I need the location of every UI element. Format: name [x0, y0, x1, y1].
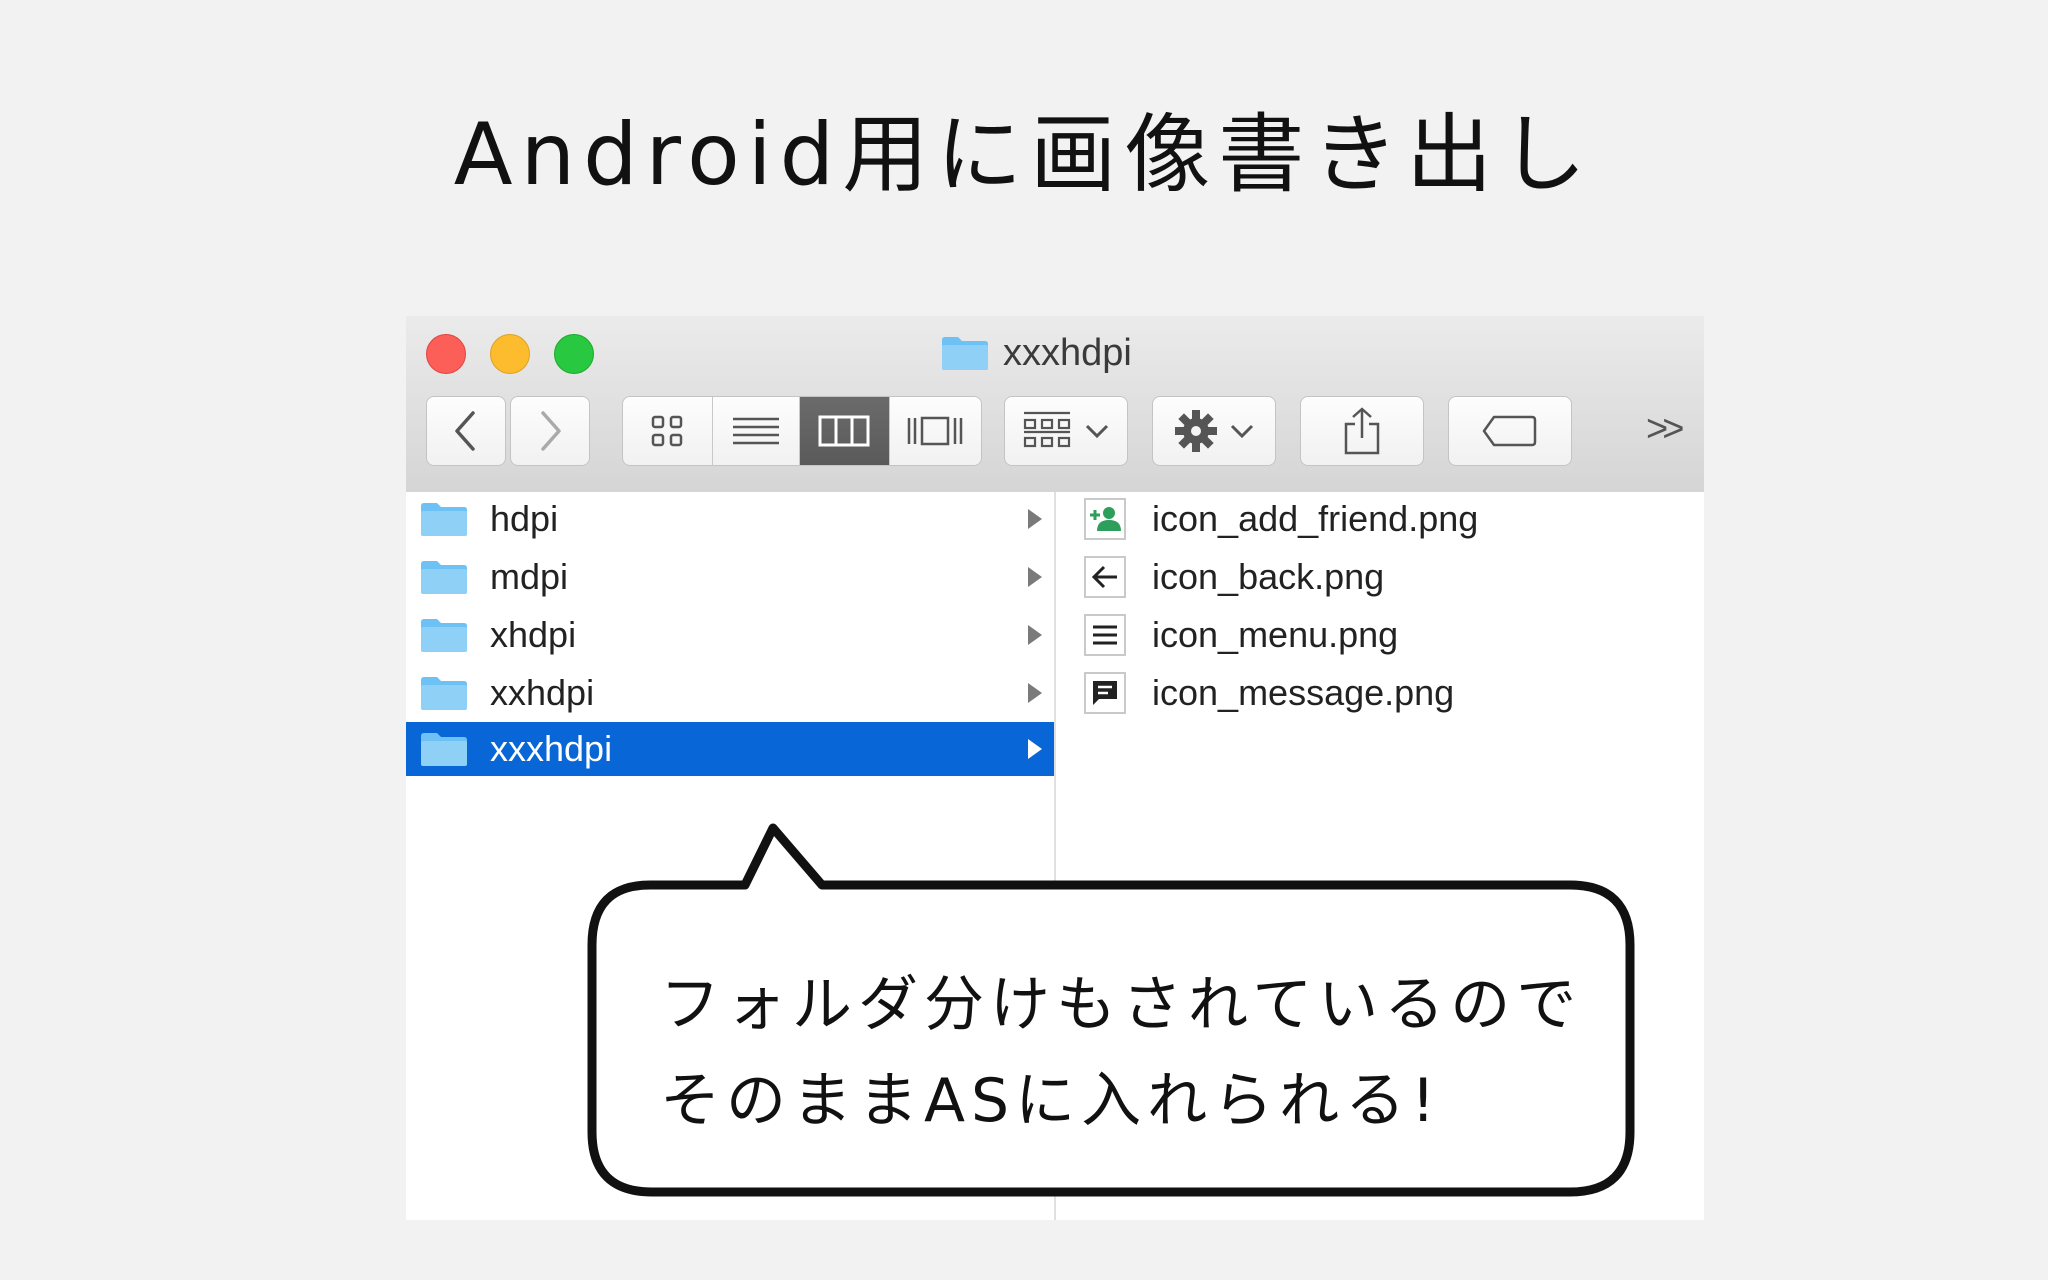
- action-button[interactable]: [1152, 396, 1276, 466]
- add-friend-icon: [1084, 498, 1126, 540]
- message-icon: [1084, 672, 1126, 714]
- forward-button[interactable]: [510, 396, 590, 466]
- list-item[interactable]: mdpi: [406, 550, 1054, 604]
- chevron-right-icon: [541, 411, 561, 451]
- cover-flow-icon: [908, 416, 963, 446]
- file-name: icon_menu.png: [1152, 614, 1399, 655]
- chevron-down-icon: [1085, 424, 1109, 439]
- minimize-button[interactable]: [490, 334, 530, 374]
- list-item[interactable]: icon_menu.png: [1056, 608, 1696, 662]
- file-name: icon_back.png: [1152, 556, 1385, 597]
- list-item[interactable]: xxhdpi: [406, 666, 1054, 720]
- chevron-left-icon: [455, 411, 475, 451]
- arrange-grid-icon: [1023, 411, 1071, 448]
- folder-icon: [421, 733, 467, 766]
- folder-name: xxxhdpi: [490, 728, 613, 769]
- list-item[interactable]: hdpi: [406, 492, 1054, 546]
- list-item[interactable]: icon_message.png: [1056, 666, 1696, 720]
- folder-icon: [421, 619, 467, 652]
- list-view-button[interactable]: [713, 397, 801, 465]
- gear-icon: [1175, 410, 1217, 452]
- icon-view-button[interactable]: [623, 397, 713, 465]
- share-icon: [1344, 407, 1380, 455]
- window-title-text: xxxhdpi: [1003, 331, 1132, 374]
- disclosure-arrow-icon: [1028, 625, 1042, 645]
- share-button[interactable]: [1300, 396, 1424, 466]
- tag-icon: [1482, 415, 1537, 447]
- callout-line-2: そのままASに入れられる!: [660, 1066, 1442, 1136]
- list-item-selected[interactable]: xxxhdpi: [406, 722, 1054, 776]
- folder-name: xhdpi: [490, 614, 577, 655]
- folder-name: hdpi: [490, 498, 559, 539]
- folder-icon: [421, 503, 467, 536]
- back-button[interactable]: [426, 396, 506, 466]
- list-item[interactable]: icon_back.png: [1056, 550, 1696, 604]
- column-view-button[interactable]: [800, 397, 890, 465]
- menu-icon: [1084, 614, 1126, 656]
- list-view-icon: [732, 417, 779, 445]
- folder-icon: [942, 337, 988, 370]
- view-mode-control: [622, 396, 982, 466]
- list-item[interactable]: icon_add_friend.png: [1056, 492, 1696, 546]
- window-title: xxxhdpi: [941, 330, 1132, 376]
- close-button[interactable]: [426, 334, 466, 374]
- column-view-icon: [818, 415, 870, 447]
- slide-title: Android用に画像書き出し: [453, 105, 1595, 205]
- title-bar: xxxhdpi >>: [406, 316, 1704, 493]
- arrange-button[interactable]: [1004, 396, 1128, 466]
- disclosure-arrow-icon: [1028, 739, 1042, 759]
- file-name: icon_add_friend.png: [1152, 498, 1479, 539]
- list-item[interactable]: xhdpi: [406, 608, 1054, 662]
- zoom-button[interactable]: [554, 334, 594, 374]
- toolbar-overflow-button[interactable]: >>: [1646, 408, 1684, 451]
- cover-flow-button[interactable]: [890, 397, 981, 465]
- file-name: icon_message.png: [1152, 672, 1455, 713]
- chevron-down-icon: [1230, 424, 1254, 439]
- disclosure-arrow-icon: [1028, 567, 1042, 587]
- folder-name: xxhdpi: [490, 672, 595, 713]
- folder-name: mdpi: [490, 556, 569, 597]
- icon-view-icon: [652, 415, 683, 447]
- tag-button[interactable]: [1448, 396, 1572, 466]
- folder-icon: [421, 677, 467, 710]
- folder-icon: [421, 561, 467, 594]
- disclosure-arrow-icon: [1028, 509, 1042, 529]
- back-arrow-icon: [1084, 556, 1126, 598]
- disclosure-arrow-icon: [1028, 683, 1042, 703]
- callout-line-1: フォルダ分けもされているので: [660, 970, 1583, 1040]
